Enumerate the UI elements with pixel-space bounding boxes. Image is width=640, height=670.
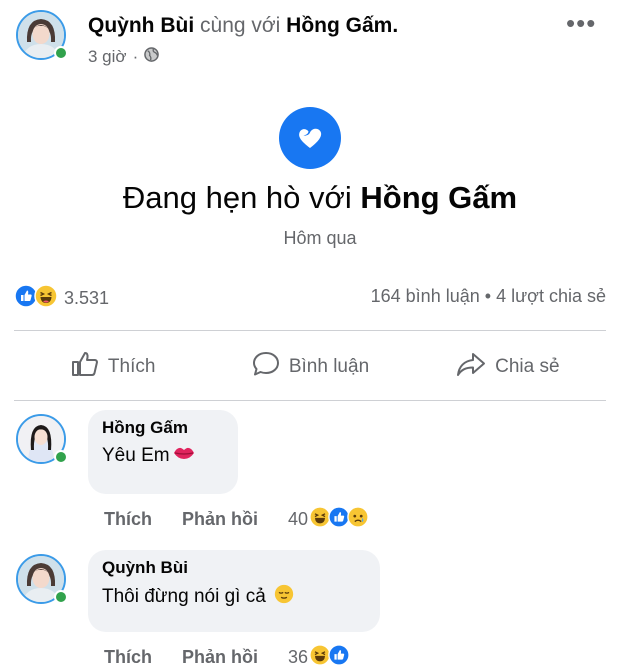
comment-item: Quỳnh Bùi Thôi đừng nói gì cả Thích Phản… [0, 546, 640, 670]
tagged-name[interactable]: Hồng Gấm. [286, 14, 398, 37]
like-reaction-icon [328, 644, 350, 670]
thumbs-up-icon [70, 350, 100, 384]
author-line: Quỳnh Bùi cùng với Hồng Gấm. [88, 14, 398, 38]
comment-like-button[interactable]: Thích [104, 647, 152, 668]
post-stats: 3.531 164 bình luận • 4 lượt chia sẻ [14, 284, 606, 314]
divider [14, 400, 606, 401]
meta-separator: · [132, 47, 139, 66]
author-avatar[interactable] [16, 10, 68, 60]
event-title-prefix: Đang hẹn hò với [122, 180, 352, 215]
stats-dot: • [484, 286, 492, 306]
with-text: cùng với [200, 14, 281, 37]
share-label: Chia sẻ [495, 356, 560, 377]
comment-icon [251, 350, 281, 384]
online-status-dot [54, 590, 68, 604]
event-partner[interactable]: Hồng Gấm [360, 180, 517, 215]
comment-reactions[interactable] [309, 506, 369, 533]
divider [14, 330, 606, 331]
commenter-name[interactable]: Quỳnh Bùi [102, 558, 366, 578]
share-icon [455, 350, 487, 384]
comment-reply-button[interactable]: Phản hồi [182, 509, 258, 530]
life-event: Đang hẹn hò với Hồng Gấm Hôm qua [0, 100, 640, 260]
heart-icon [299, 128, 322, 148]
sad-reaction-icon [347, 506, 369, 533]
globe-icon [144, 47, 160, 67]
comment-reply-button[interactable]: Phản hồi [182, 647, 258, 668]
comment-bubble: Quỳnh Bùi Thôi đừng nói gì cả [88, 550, 380, 632]
relationship-event-icon [279, 107, 341, 169]
comment-count[interactable]: 164 bình luận [371, 286, 480, 306]
more-options-button[interactable]: ••• [566, 8, 596, 39]
comment-text-content: Yêu Em [102, 445, 170, 466]
share-button[interactable]: Chia sẻ [409, 338, 606, 396]
share-count[interactable]: 4 lượt chia sẻ [496, 286, 606, 306]
like-label: Thích [107, 356, 156, 377]
commenter-avatar[interactable] [16, 554, 68, 604]
reaction-count: 3.531 [64, 288, 110, 308]
author-name[interactable]: Quỳnh Bùi [88, 14, 194, 37]
haha-reaction-icon [34, 284, 58, 313]
event-title: Đang hẹn hò với Hồng Gấm [0, 180, 640, 216]
comment-actions: Thích Phản hồi 40 [104, 506, 369, 533]
post-time[interactable]: 3 giờ [88, 47, 127, 67]
post-meta: 3 giờ · [88, 47, 160, 67]
comment-bubble: Hồng Gấm Yêu Em [88, 410, 238, 494]
action-bar: Thích Bình luận Chia sẻ [14, 338, 606, 396]
comment-reactions[interactable] [309, 644, 350, 670]
comment-button[interactable]: Bình luận [211, 338, 408, 396]
online-status-dot [54, 46, 68, 60]
comment-reaction-count[interactable]: 36 [288, 647, 308, 668]
post-header: Quỳnh Bùi cùng với Hồng Gấm. 3 giờ · ••• [0, 0, 640, 80]
comment-text: Yêu Em [102, 444, 224, 468]
comment-like-button[interactable]: Thích [104, 509, 152, 530]
more-icon: ••• [566, 8, 597, 38]
relieved-face-icon [274, 584, 294, 610]
engagement-summary: 164 bình luận • 4 lượt chia sẻ [371, 286, 606, 307]
comment-label: Bình luận [288, 356, 370, 377]
comment-text-content: Thôi đừng nói gì cả [102, 586, 266, 607]
comment-actions: Thích Phản hồi 36 [104, 644, 350, 670]
kiss-icon [172, 444, 196, 468]
comment-text: Thôi đừng nói gì cả [102, 584, 366, 610]
reaction-summary[interactable]: 3.531 [14, 284, 109, 313]
online-status-dot [54, 450, 68, 464]
comment-reaction-count[interactable]: 40 [288, 509, 308, 530]
event-date: Hôm qua [283, 228, 357, 248]
comment-item: Hồng Gấm Yêu Em Thích Phản hồi 40 [0, 406, 640, 540]
commenter-name[interactable]: Hồng Gấm [102, 418, 224, 438]
like-button[interactable]: Thích [14, 338, 211, 396]
commenter-avatar[interactable] [16, 414, 68, 464]
